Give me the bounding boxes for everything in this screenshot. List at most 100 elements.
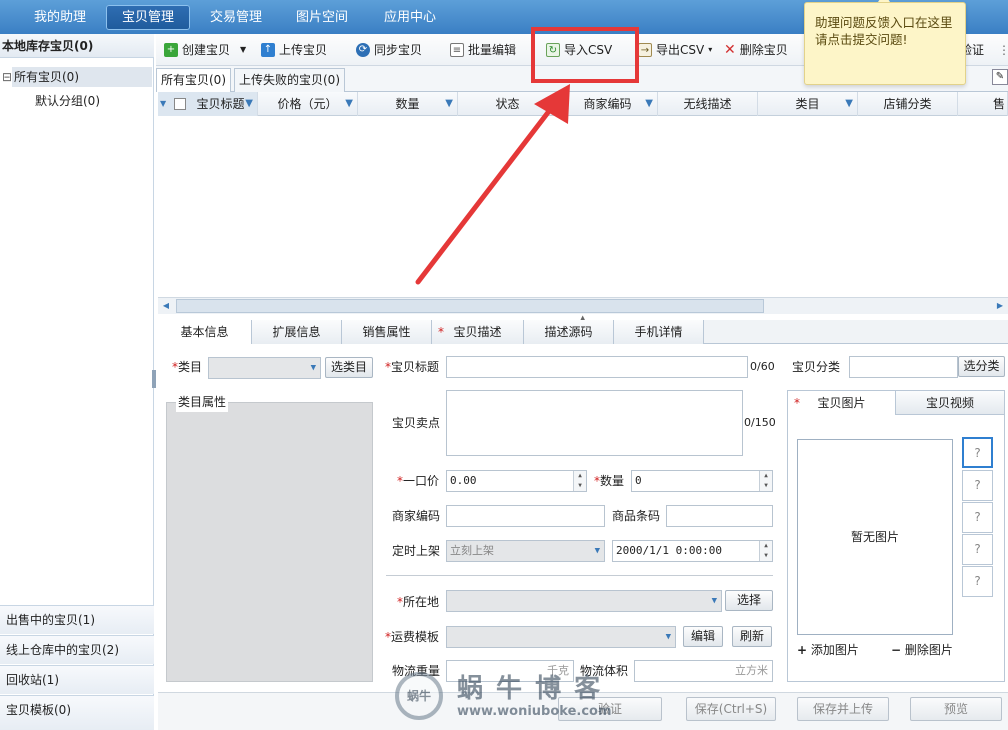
preview-button[interactable]: 预览	[910, 697, 1002, 721]
tab-picture-space[interactable]: 图片空间	[282, 5, 362, 30]
thumbnail-slot[interactable]: ?	[962, 534, 993, 565]
schedule-datetime[interactable]: 2000/1/1 0:00:00 ▲ ▼	[612, 540, 773, 562]
tab-sales-props[interactable]: 销售属性	[342, 320, 432, 344]
quantity-input[interactable]: 0 ▲ ▼	[631, 470, 773, 492]
select-category-button[interactable]: 选类目	[325, 357, 373, 378]
tab-all-items[interactable]: 所有宝贝(0)	[156, 68, 231, 92]
spinner-icon[interactable]: ▲ ▼	[759, 541, 772, 561]
price-input[interactable]: 0.00 ▲ ▼	[446, 470, 587, 492]
select-location-button[interactable]: 选择	[725, 590, 773, 611]
delete-item-button[interactable]: ✕ 删除宝贝	[724, 40, 788, 60]
chevron-down-icon[interactable]: ▼	[240, 40, 246, 60]
select-shop-category-button[interactable]: 选分类	[958, 356, 1005, 377]
tab-my-assistant[interactable]: 我的助理	[20, 5, 100, 30]
tab-mobile-detail[interactable]: 手机详情	[614, 320, 704, 344]
sync-item-button[interactable]: ⟳ 同步宝贝	[356, 40, 422, 60]
main-image-placeholder[interactable]: 暂无图片	[797, 439, 953, 635]
selling-point-textarea[interactable]	[446, 390, 743, 456]
tab-item-images[interactable]: * 宝贝图片	[788, 391, 896, 415]
sidebar-item-templates[interactable]: 宝贝模板(0)	[0, 695, 154, 730]
tree-item-default-group[interactable]: 默认分组(0)	[35, 91, 100, 111]
tree-toggle-icon[interactable]: ⊟	[2, 67, 12, 87]
feedback-tooltip[interactable]: 助理问题反馈入口在这里请点击提交问题!	[804, 2, 966, 85]
remove-image-label: 删除图片	[904, 643, 953, 657]
annotation-arrow	[415, 84, 570, 285]
remove-image-button[interactable]: − 删除图片	[891, 640, 953, 660]
column-category[interactable]: 类目 ▼	[758, 92, 858, 116]
filter-icon[interactable]: ▼	[845, 92, 853, 116]
tree-item-all[interactable]: 所有宝贝(0)	[12, 67, 152, 87]
save-and-upload-button[interactable]: 保存并上传	[797, 697, 889, 721]
batch-edit-label: 批量编辑	[468, 43, 517, 57]
column-price[interactable]: 价格（元） ▼	[258, 92, 358, 116]
select-all-checkbox[interactable]	[174, 98, 186, 110]
watermark-brand: 蜗 牛 博 客	[457, 674, 603, 704]
sidebar-item-recycle[interactable]: 回收站(1)	[0, 665, 154, 694]
scroll-right-icon[interactable]: ▶	[992, 298, 1008, 314]
filter-icon[interactable]: ▼	[645, 92, 653, 116]
column-sold[interactable]: 售	[958, 92, 1008, 116]
horizontal-scrollbar[interactable]: ◀ ▶	[158, 297, 1008, 314]
export-csv-label: 导出CSV	[656, 43, 705, 57]
chevron-down-icon: ▼	[711, 596, 717, 606]
column-wireless-desc[interactable]: 无线描述	[658, 92, 758, 116]
tab-basic-info[interactable]: 基本信息	[158, 320, 252, 344]
shipping-template-label: *运费模板	[385, 630, 440, 644]
shop-category-input[interactable]	[849, 356, 958, 378]
batch-edit-button[interactable]: ≡ 批量编辑	[450, 40, 516, 60]
thumbnail-slot[interactable]: ?	[962, 566, 993, 597]
form-tabs: 基本信息 扩展信息 销售属性 * 宝贝描述 描述源码 手机详情	[158, 320, 1008, 344]
tab-item-management[interactable]: 宝贝管理	[106, 5, 190, 30]
create-item-button[interactable]: + 创建宝贝 ▼	[164, 40, 246, 60]
no-image-text: 暂无图片	[850, 530, 899, 544]
tab-extended-info[interactable]: 扩展信息	[252, 320, 342, 344]
save-button[interactable]: 保存(Ctrl+S)	[686, 697, 776, 721]
scroll-thumb[interactable]	[176, 299, 764, 313]
location-select[interactable]: ▼	[446, 590, 722, 612]
sort-icon[interactable]: ▼	[160, 92, 166, 116]
tab-item-video[interactable]: 宝贝视频	[896, 391, 1004, 415]
merchant-code-label: 商家编码	[392, 509, 441, 523]
schedule-select[interactable]: 立刻上架 ▼	[446, 540, 605, 562]
sidebar-item-warehouse[interactable]: 线上仓库中的宝贝(2)	[0, 635, 154, 664]
thumbnail-slot[interactable]: ?	[962, 502, 993, 533]
column-title[interactable]: ▼ 宝贝标题 ▼	[158, 92, 258, 116]
barcode-input[interactable]	[666, 505, 773, 527]
chevron-down-icon: ▼	[594, 546, 600, 556]
thumbnail-slot[interactable]: ?	[962, 437, 993, 468]
sidebar-item-on-sale[interactable]: 出售中的宝贝(1)	[0, 605, 154, 634]
refresh-template-button[interactable]: 刷新	[732, 626, 772, 647]
tab-desc-source[interactable]: 描述源码	[524, 320, 614, 344]
merchant-code-input[interactable]	[446, 505, 605, 527]
edit-columns-icon[interactable]: ✎	[992, 69, 1008, 85]
shipping-template-select[interactable]: ▼	[446, 626, 676, 648]
more-icon[interactable]: ⋮	[998, 40, 1008, 60]
spinner-icon[interactable]: ▲ ▼	[573, 471, 586, 491]
watermark: 蜗牛 蜗 牛 博 客 www.woniuboke.com	[395, 664, 655, 728]
edit-template-button[interactable]: 编辑	[683, 626, 723, 647]
arrow-shaft	[415, 99, 559, 285]
location-label: *所在地	[397, 595, 440, 609]
tab-app-center[interactable]: 应用中心	[370, 5, 450, 30]
column-shop-category[interactable]: 店铺分类	[858, 92, 958, 116]
chevron-down-icon[interactable]: ▾	[708, 40, 712, 60]
splitter-handle[interactable]	[152, 370, 156, 388]
filter-icon[interactable]: ▼	[245, 92, 253, 116]
sync-item-label: 同步宝贝	[374, 43, 423, 57]
title-input[interactable]	[446, 356, 748, 378]
price-value: 0.00	[450, 474, 477, 487]
upload-item-button[interactable]: ↑ 上传宝贝	[261, 40, 327, 60]
upload-icon: ↑	[261, 43, 275, 57]
add-image-button[interactable]: + 添加图片	[797, 640, 859, 660]
export-csv-button[interactable]: → 导出CSV ▾	[638, 40, 712, 60]
tab-item-description[interactable]: * 宝贝描述	[432, 320, 524, 344]
column-sold-label: 售	[992, 97, 1005, 111]
filter-icon[interactable]: ▼	[345, 92, 353, 116]
scroll-left-icon[interactable]: ◀	[158, 298, 174, 314]
chevron-down-icon: ▼	[665, 632, 671, 642]
spinner-icon[interactable]: ▲ ▼	[759, 471, 772, 491]
thumbnail-slot[interactable]: ?	[962, 470, 993, 501]
tab-trade-management[interactable]: 交易管理	[196, 5, 276, 30]
category-select[interactable]: ▼	[208, 357, 321, 379]
tab-upload-failed[interactable]: 上传失败的宝贝(0)	[234, 68, 345, 92]
